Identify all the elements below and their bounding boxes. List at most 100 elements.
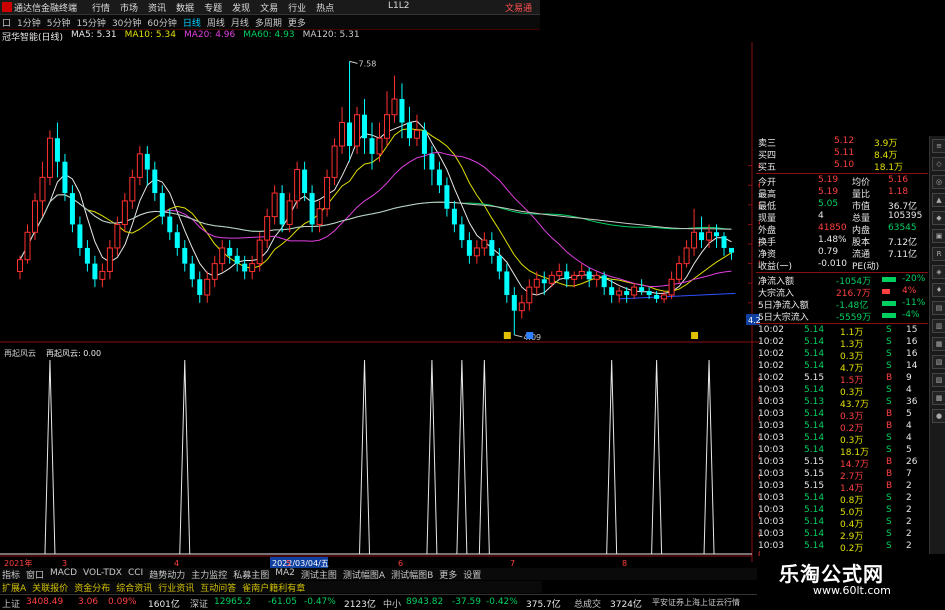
- indicator-tab[interactable]: CCI: [128, 568, 143, 580]
- side-tool-icon[interactable]: ◈: [932, 265, 945, 279]
- index-value: 3408.49: [26, 597, 64, 607]
- indicator-tab[interactable]: 私募主图: [233, 568, 269, 581]
- extension-tabs: 扩展A 关联报价 资金分布 综合资讯 行业资讯 互动问答 雀南户籍利有章: [0, 581, 542, 594]
- side-tool-icon[interactable]: ▨: [932, 373, 945, 387]
- candle-body: [496, 255, 502, 272]
- extension-tab[interactable]: 互动问答: [200, 581, 236, 594]
- period-tab[interactable]: 1分钟: [17, 16, 41, 29]
- indicator-tab[interactable]: MA2: [275, 568, 295, 580]
- indicator-tab[interactable]: MACD: [50, 568, 77, 580]
- extension-tab[interactable]: 扩展A: [2, 581, 26, 594]
- indicator-tab[interactable]: 指标: [2, 568, 20, 581]
- candle-body: [211, 263, 218, 280]
- candle-body: [279, 193, 285, 225]
- candle-body: [129, 176, 136, 202]
- period-tab[interactable]: 日线: [183, 16, 201, 29]
- quote-row: 10:03 5.14 0.3万 S 4: [756, 433, 928, 446]
- app-logo-icon: [2, 2, 12, 12]
- extension-tab[interactable]: 关联报价: [32, 581, 68, 594]
- side-tool-icon[interactable]: ▲: [932, 193, 945, 207]
- extension-tab[interactable]: 雀南户籍利有章: [242, 581, 305, 594]
- indicator-tabs: 指标 窗口 MACD VOL-TDX CCI 趋势动力 主力监控 私募主图 MA2 测试主图 测试幅…: [0, 568, 762, 581]
- event-marker-icon[interactable]: [526, 332, 534, 339]
- indicator-tab[interactable]: 趋势动力: [149, 568, 185, 581]
- period-tab[interactable]: 口: [2, 16, 11, 29]
- quote-row: 大宗流入 216.7万 4%: [756, 286, 928, 299]
- menu-item[interactable]: 资讯: [148, 1, 166, 14]
- side-tool-icon[interactable]: ▧: [932, 355, 945, 369]
- side-tool-icon[interactable]: ◇: [932, 157, 945, 171]
- extension-tab[interactable]: 行业资讯: [158, 581, 194, 594]
- stat-label: 收益(一): [758, 262, 793, 272]
- period-tab[interactable]: 周线: [207, 16, 225, 29]
- period-tab[interactable]: 15分钟: [76, 16, 105, 29]
- order-label: 买五: [758, 163, 777, 173]
- side-tool-icon[interactable]: ▩: [932, 391, 945, 405]
- menu-item[interactable]: 专题: [204, 1, 222, 14]
- indicator-tab[interactable]: 测试幅图A: [343, 568, 385, 581]
- login-link[interactable]: 文易通: [505, 1, 532, 14]
- time-axis-tick: 4: [174, 559, 179, 568]
- signal-spike: [651, 359, 663, 555]
- signal-spike: [359, 359, 371, 555]
- menu-item[interactable]: 文易: [260, 1, 278, 14]
- indicator-tab[interactable]: 窗口: [26, 568, 44, 581]
- side-toolbar: ≡ ◇ ◎ ▲ ◆ ▣ R ◈ ♦ ▤ ▥ ▦ ▧ ▨ ▩ ●: [929, 136, 945, 554]
- tick-time: 10:03: [758, 445, 784, 455]
- side-tool-icon[interactable]: ◎: [932, 175, 945, 189]
- menu-item[interactable]: 行业: [288, 1, 306, 14]
- side-tool-icon[interactable]: ▣: [932, 229, 945, 243]
- menu-item[interactable]: 市场: [120, 1, 138, 14]
- stat-value: 63545: [888, 223, 917, 233]
- tick-price: 5.15: [804, 481, 825, 491]
- quote-row: 10:03 5.14 0.2万 B 4: [756, 421, 928, 434]
- period-tab[interactable]: 30分钟: [112, 16, 141, 29]
- event-marker-icon[interactable]: [503, 332, 511, 339]
- extension-tab[interactable]: 综合资讯: [116, 581, 152, 594]
- indicator-tab[interactable]: 主力监控: [191, 568, 227, 581]
- candle-body: [182, 247, 188, 264]
- candle-body: [302, 169, 308, 194]
- indicator-tab[interactable]: 更多: [439, 568, 457, 581]
- menu-item[interactable]: 行情: [92, 1, 110, 14]
- side-tool-icon[interactable]: ●: [932, 409, 945, 423]
- quote-row: 10:03 5.14 2.9万 S 2: [756, 529, 928, 542]
- side-tool-icon[interactable]: ♦: [932, 283, 945, 297]
- candle-body: [444, 185, 450, 209]
- menu-item[interactable]: 数据: [176, 1, 194, 14]
- menu-item[interactable]: 发现: [232, 1, 250, 14]
- side-tool-icon[interactable]: ◆: [932, 211, 945, 225]
- candle-body: [174, 232, 180, 248]
- side-tool-icon[interactable]: ▦: [932, 337, 945, 351]
- period-tab[interactable]: 60分钟: [147, 16, 176, 29]
- period-tab[interactable]: 多周期: [255, 16, 282, 29]
- candle-body: [668, 278, 675, 296]
- candle-body: [77, 224, 83, 248]
- index-pct: -0.42%: [486, 597, 518, 607]
- side-tool-icon[interactable]: R: [932, 247, 945, 261]
- indicator-tab[interactable]: VOL-TDX: [83, 568, 122, 580]
- tick-count: 2: [906, 517, 912, 527]
- high-annotation: 7.58: [359, 59, 377, 68]
- indicator-tab[interactable]: 测试幅图B: [391, 568, 433, 581]
- candle-body: [324, 176, 331, 210]
- extension-tab[interactable]: 资金分布: [74, 581, 110, 594]
- side-tool-icon[interactable]: ≡: [932, 139, 945, 153]
- period-tab[interactable]: 月线: [231, 16, 249, 29]
- candle-body: [721, 236, 727, 248]
- candle-body: [616, 290, 623, 296]
- menu-item[interactable]: 热点: [316, 1, 334, 14]
- indicator-tab[interactable]: 设置: [463, 568, 481, 581]
- side-tool-icon[interactable]: ▤: [932, 301, 945, 315]
- tick-side: S: [886, 385, 892, 395]
- kline-chart[interactable]: 6.256.005.755.505.255.004.754.504.287.58…: [0, 42, 760, 570]
- indicator-tab[interactable]: 测试主图: [301, 568, 337, 581]
- divider: [756, 272, 928, 273]
- side-tool-icon[interactable]: ▥: [932, 319, 945, 333]
- index-pct: -0.47%: [304, 597, 336, 607]
- stat-value: 105395: [888, 211, 923, 221]
- event-marker-icon[interactable]: [691, 332, 699, 339]
- quote-row: 10:02 5.14 4.7万 S 14: [756, 361, 928, 374]
- period-tab[interactable]: 5分钟: [47, 16, 71, 29]
- period-tab[interactable]: 更多: [288, 16, 306, 29]
